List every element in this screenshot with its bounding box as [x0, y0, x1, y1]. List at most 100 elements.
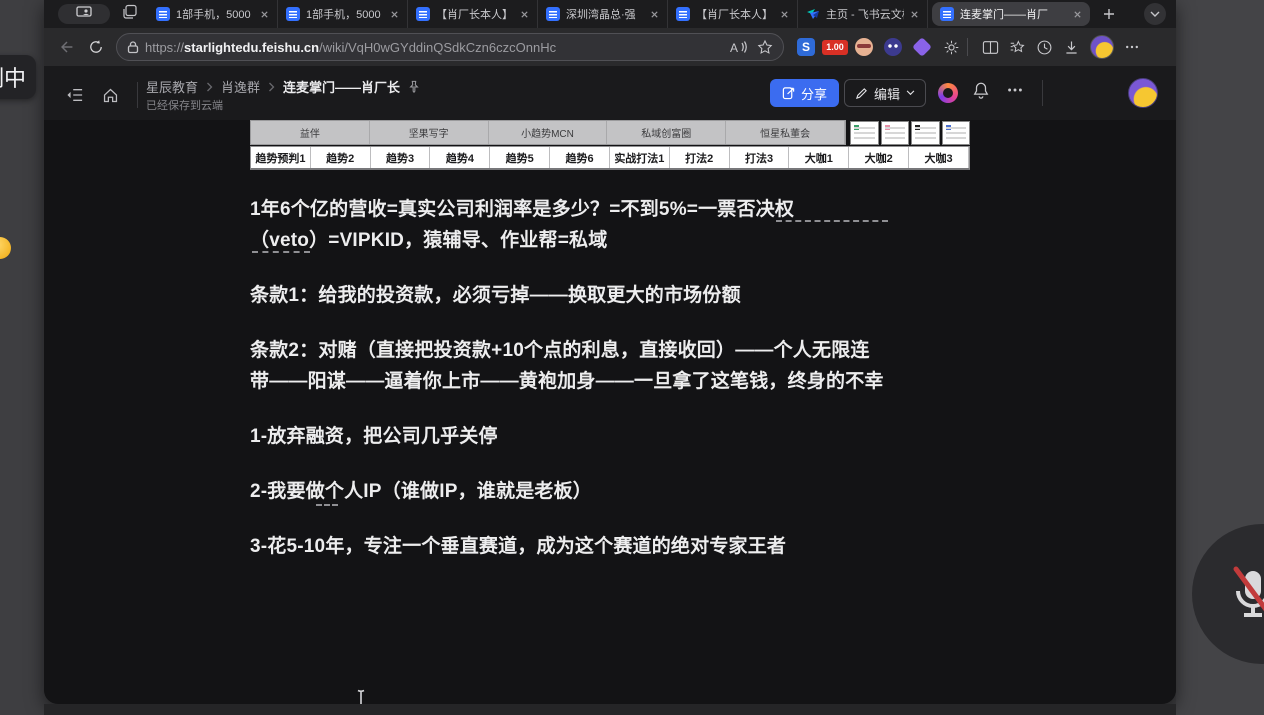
header-divider [137, 82, 138, 108]
thumbnail [942, 121, 971, 145]
paragraph: 1年6个亿的营收=真实公司利润率是多少？=不到5%=一票否决权 （veto）=V… [250, 194, 995, 256]
dark-face-extension-button[interactable] [883, 37, 903, 57]
thumbnail [850, 121, 879, 145]
tab-feishu-home[interactable]: 主页 - 飞书云文档 [798, 0, 928, 28]
paragraph-line: 2-我要做个人IP（谁做IP，谁就是老板） [250, 476, 995, 507]
tab-search-dropdown-button[interactable] [1144, 3, 1166, 25]
feishu-doc-icon [546, 7, 560, 21]
paragraph-line: 条款1：给我的投资款，必须亏掉——换取更大的市场份额 [250, 280, 995, 311]
tab-close-icon[interactable] [390, 10, 399, 19]
tab-doc-5[interactable]: 【肖厂长本人】 [668, 0, 798, 28]
dark-face-icon [884, 38, 902, 56]
share-button[interactable]: 分享 [770, 79, 839, 107]
embed-tab-cell: 趋势6 [550, 147, 610, 168]
paragraph-line: 1-放弃融资，把公司几乎关停 [250, 421, 995, 452]
text-cursor [356, 689, 366, 704]
paragraph-line: （veto）=VIPKID，猿辅导、作业帮=私域 [250, 225, 995, 256]
chevron-right-icon [206, 82, 213, 92]
tab-title: 1部手机，5000 [306, 6, 384, 22]
browser-window: 1部手机，5000 1部手机，5000 【肖厂长本人】 深圳湾晶总·强 [44, 0, 1176, 704]
embed-tab-cell: 趋势预判1 [251, 147, 311, 168]
home-button[interactable] [102, 87, 119, 104]
paragraph-line: 条款2：对赌（直接把投资款+10个点的利息，直接收回）——个人无限连 [250, 335, 995, 366]
document-text: 1年6个亿的营收=真实公司利润率是多少？=不到5%=一票否决权 （veto）=V… [250, 194, 995, 586]
tab-title: 【肖厂长本人】 [696, 6, 774, 22]
tab-title: 深圳湾晶总·强 [566, 6, 644, 22]
extensions-row: S 1.00 [796, 37, 961, 57]
tab-close-icon[interactable] [910, 10, 919, 19]
collections-button[interactable] [1009, 39, 1026, 56]
more-options-button[interactable] [1006, 81, 1024, 104]
tab-title: 主页 - 飞书云文档 [826, 6, 904, 22]
breadcrumb-item-space[interactable]: 星辰教育 [146, 77, 198, 96]
save-status: 已经保存到云端 [146, 97, 223, 113]
tab-active-document[interactable]: 连麦掌门——肖厂 [932, 2, 1090, 26]
edit-label: 编辑 [874, 84, 900, 103]
breadcrumb-item-current-doc: 连麦掌门——肖厂长 [283, 77, 400, 96]
document-canvas[interactable]: 益伴 坚果写字 小趋势MCN 私域创富圈 恒星私董会 趋势预判1 趋势2 趋势3 [44, 120, 1176, 704]
new-tab-button[interactable] [1102, 7, 1116, 21]
tab-close-icon[interactable] [520, 10, 529, 19]
recording-label: 录制中 [0, 61, 26, 93]
extensions-menu-button[interactable] [941, 37, 961, 57]
sidebar-toggle-button[interactable] [66, 87, 84, 103]
downloads-button[interactable] [1063, 39, 1080, 56]
user-avatar[interactable] [1128, 78, 1158, 108]
embed-tab-cell: 大咖1 [789, 147, 849, 168]
pin-icon[interactable] [408, 80, 420, 93]
embed-header-cell: 坚果写字 [370, 121, 489, 144]
tab-close-icon[interactable] [780, 10, 789, 19]
tab-close-icon[interactable] [650, 10, 659, 19]
notifications-button[interactable] [972, 81, 990, 105]
glasses-avatar-extension-button[interactable] [854, 37, 874, 57]
gem-extension-button[interactable] [912, 37, 932, 57]
s-extension-icon: S [797, 38, 815, 56]
share-label: 分享 [801, 84, 827, 103]
tab-doc-2[interactable]: 1部手机，5000 [278, 0, 408, 28]
split-screen-button[interactable] [982, 40, 999, 55]
embed-tab-cell: 趋势2 [311, 147, 371, 168]
embed-image-header-row: 益伴 坚果写字 小趋势MCN 私域创富圈 恒星私董会 [250, 120, 846, 145]
workspaces-button[interactable] [122, 4, 138, 25]
tab-close-icon[interactable] [260, 10, 269, 19]
favorite-star-button[interactable] [757, 39, 773, 55]
price-badge-extension-button[interactable]: 1.00 [825, 37, 845, 57]
feishu-logo-icon [806, 7, 820, 21]
embed-tab-cell: 趋势3 [371, 147, 431, 168]
embed-tab-cell: 大咖2 [849, 147, 909, 168]
tab-doc-1[interactable]: 1部手机，5000 [148, 0, 278, 28]
browser-settings-menu-button[interactable] [1124, 39, 1140, 55]
paragraph: 2-我要做个人IP（谁做IP，谁就是老板） [250, 476, 995, 507]
feishu-header: 星辰教育 肖逸群 连麦掌门——肖厂长 已经保存到云端 分享 [44, 66, 1176, 120]
activity-ring-icon[interactable] [938, 83, 958, 103]
tab-title: 连麦掌门——肖厂 [960, 6, 1067, 22]
breadcrumb-item-folder[interactable]: 肖逸群 [221, 77, 260, 96]
back-button[interactable] [58, 38, 76, 56]
history-button[interactable] [1036, 39, 1053, 56]
browser-tab-strip: 1部手机，5000 1部手机，5000 【肖厂长本人】 深圳湾晶总·强 [44, 0, 1176, 28]
tab-title: 【肖厂长本人】 [436, 6, 514, 22]
url-text: https://starlightedu.feishu.cn/wiki/VqH0… [145, 40, 719, 55]
screen-share-indicator[interactable] [58, 4, 110, 24]
edit-button[interactable]: 编辑 [844, 79, 926, 107]
recording-indicator[interactable]: 录制中 [0, 55, 36, 99]
desktop-background-bottom [44, 704, 1176, 715]
read-aloud-button[interactable]: A [729, 39, 747, 55]
s-extension-button[interactable]: S [796, 37, 816, 57]
tab-doc-3[interactable]: 【肖厂长本人】 [408, 0, 538, 28]
screen: 1部手机，5000 1部手机，5000 【肖厂长本人】 深圳湾晶总·强 [0, 0, 1264, 715]
svg-text:A: A [730, 41, 738, 55]
lock-icon [127, 40, 139, 54]
address-bar[interactable]: https://starlightedu.feishu.cn/wiki/VqH0… [116, 33, 784, 61]
paragraph: 1-放弃融资，把公司几乎关停 [250, 421, 995, 452]
refresh-button[interactable] [88, 39, 104, 55]
pencil-icon [855, 87, 868, 100]
tab-doc-4[interactable]: 深圳湾晶总·强 [538, 0, 668, 28]
paragraph: 3-花5-10年，专注一个垂直赛道，成为这个赛道的绝对专家王者 [250, 531, 995, 562]
chevron-down-icon [906, 90, 915, 96]
spellcheck-underline [316, 504, 338, 506]
url-host: starlightedu.feishu.cn [184, 40, 319, 55]
browser-profile-avatar[interactable] [1090, 35, 1114, 59]
tab-close-icon[interactable] [1073, 10, 1082, 19]
feishu-doc-icon [676, 7, 690, 21]
